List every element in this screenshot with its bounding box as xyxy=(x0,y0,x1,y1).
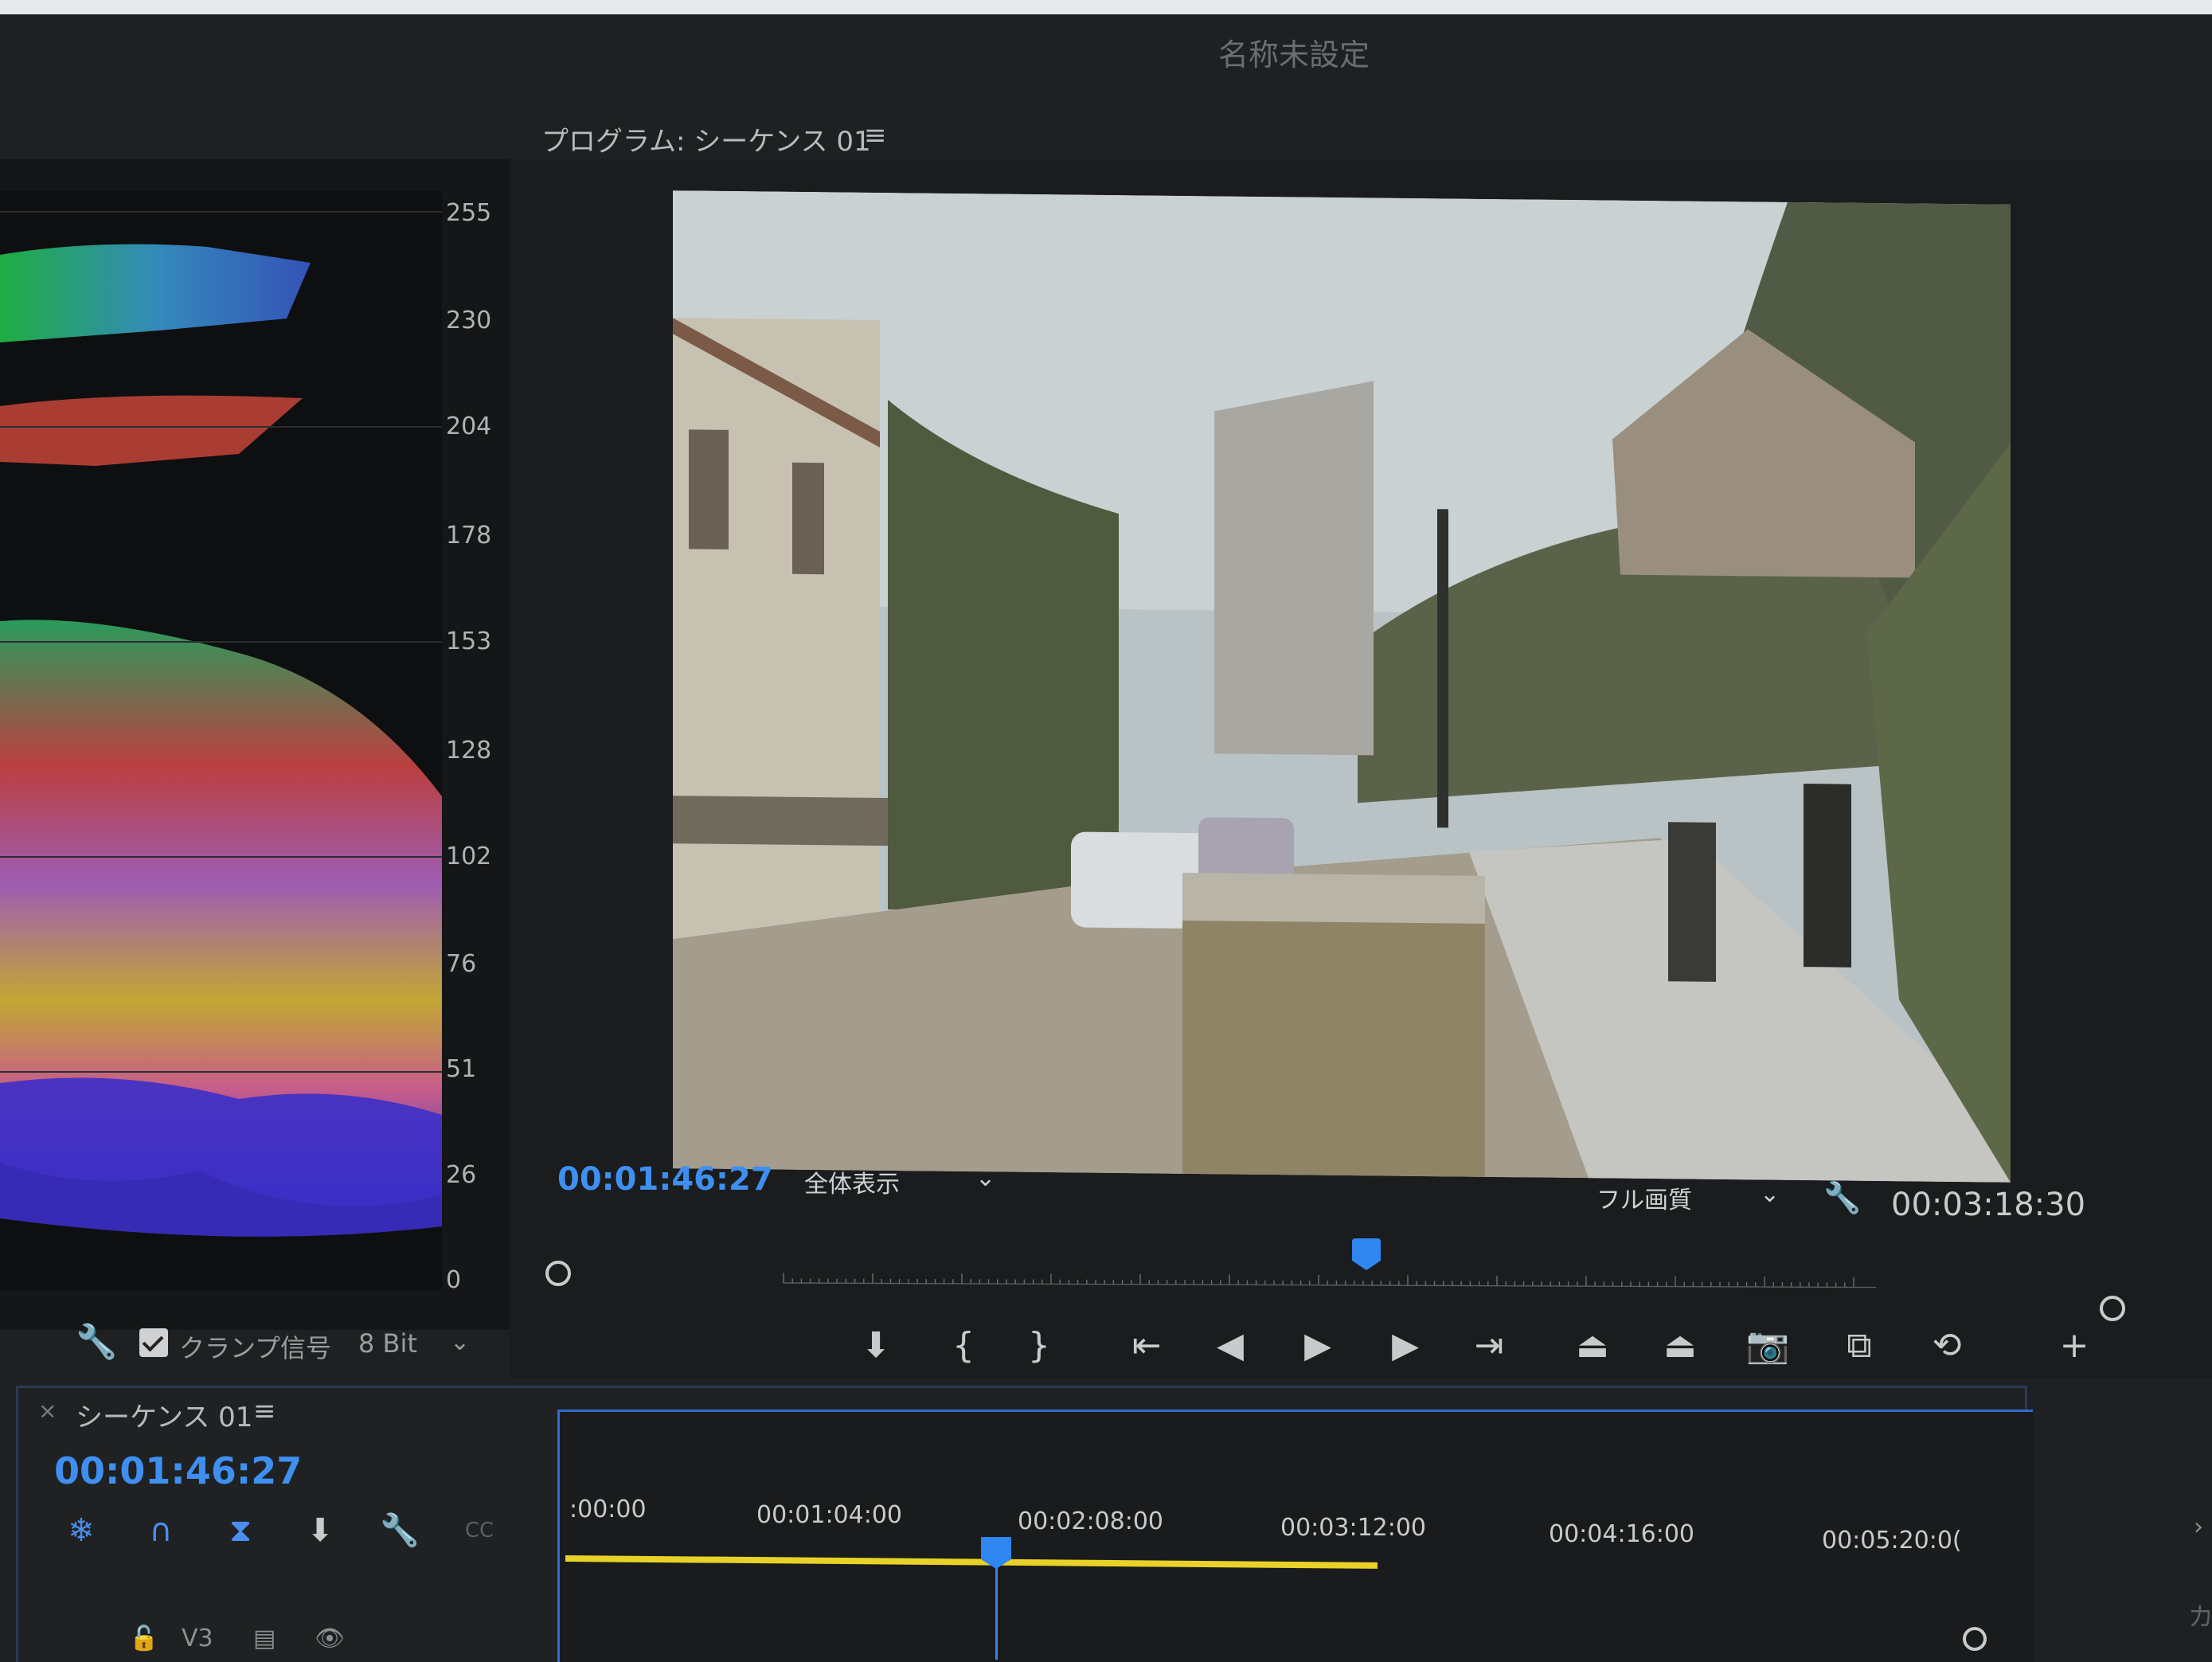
ruler-label: 00:02:08:00 xyxy=(1018,1508,1164,1535)
play-icon[interactable]: ▶ xyxy=(1290,1318,1346,1374)
ruler-label: 00:05:20:0( xyxy=(1822,1527,1962,1554)
chevron-down-icon[interactable]: ⌄ xyxy=(1760,1180,1780,1208)
scope-scale-label: 255 xyxy=(446,199,492,227)
tab-sequence[interactable]: シーケンス 01 xyxy=(76,1395,252,1434)
program-current-timecode[interactable]: 00:01:46:27 xyxy=(557,1161,773,1198)
linked-selection-icon[interactable]: ⧗ xyxy=(217,1507,264,1554)
playback-quality-select[interactable]: フル画質 xyxy=(1596,1180,1692,1215)
scrub-end-handle[interactable] xyxy=(2100,1296,2125,1321)
proxy-toggle-icon[interactable]: ⟲ xyxy=(1919,1318,1975,1374)
wrench-icon[interactable]: 🔧 xyxy=(1823,1180,1861,1216)
wrench-icon[interactable]: 🔧 xyxy=(76,1322,117,1362)
scope-scale-label: 26 xyxy=(446,1161,477,1189)
scope-scale-label: 0 xyxy=(446,1266,462,1294)
track-name: V3 xyxy=(182,1625,213,1652)
zoom-fit-select[interactable]: 全体表示 xyxy=(804,1164,995,1203)
zoom-scroll-handle[interactable] xyxy=(1963,1627,1987,1651)
scope-gridline xyxy=(0,1071,442,1073)
scope-gridline xyxy=(0,641,442,643)
scope-scale-label: 51 xyxy=(446,1055,477,1083)
step-back-icon[interactable]: ◀︎ xyxy=(1202,1318,1258,1374)
close-icon[interactable]: × xyxy=(38,1398,57,1424)
step-forward-icon[interactable]: ▶︎ xyxy=(1378,1318,1433,1374)
snap-icon[interactable]: ∩ xyxy=(137,1507,185,1554)
captions-icon[interactable]: CC xyxy=(455,1507,503,1554)
program-monitor-title[interactable]: プログラム: シーケンス 01 xyxy=(541,119,871,158)
go-to-in-icon[interactable]: ⇤ xyxy=(1119,1318,1174,1374)
chevron-down-icon[interactable]: ⌄ xyxy=(975,1164,995,1192)
scope-gridline xyxy=(0,211,442,213)
ruler-label: 00:03:12:00 xyxy=(1280,1514,1427,1542)
sync-lock-icon[interactable]: ▤ xyxy=(253,1625,276,1652)
ruler-label: :00:00 xyxy=(569,1496,647,1523)
ruler-label: 00:01:04:00 xyxy=(756,1501,903,1529)
scope-scale-label: 76 xyxy=(446,950,477,978)
extract-icon[interactable]: ⏏ xyxy=(1652,1318,1708,1374)
wrench-icon[interactable]: 🔧 xyxy=(376,1507,424,1554)
timeline-playhead-line xyxy=(995,1565,998,1660)
scope-scale-label: 230 xyxy=(446,307,492,334)
scrub-start-handle[interactable] xyxy=(545,1261,571,1286)
video-frame-image xyxy=(673,190,2011,1183)
program-duration-timecode: 00:03:18:30 xyxy=(1891,1187,2086,1223)
ruler-label: 00:04:16:00 xyxy=(1549,1520,1695,1548)
scope-scale-label: 102 xyxy=(446,843,492,870)
waveform-scope xyxy=(0,191,442,1290)
eye-icon[interactable]: 👁 xyxy=(315,1625,345,1652)
scope-scale-label: 204 xyxy=(446,413,492,440)
panel-menu-icon[interactable]: ≡ xyxy=(253,1395,276,1427)
timeline-current-timecode[interactable]: 00:01:46:27 xyxy=(54,1449,302,1492)
nest-icon[interactable]: ❄ xyxy=(57,1507,105,1554)
scope-scale-label: 128 xyxy=(446,737,492,765)
side-panel-glyph: カ xyxy=(2188,1601,2212,1632)
os-title-strip xyxy=(0,0,2212,14)
chevron-right-icon[interactable]: › xyxy=(2194,1513,2203,1541)
add-marker-icon[interactable]: ⬇ xyxy=(296,1507,344,1554)
marker-icon[interactable]: ⬇ xyxy=(848,1318,904,1374)
window-title: 名称未設定 xyxy=(1217,37,1370,72)
comparison-view-icon[interactable]: ⧉ xyxy=(1831,1318,1887,1374)
scope-scale-label: 153 xyxy=(446,628,492,655)
mark-out-icon[interactable]: } xyxy=(1011,1318,1067,1374)
clamp-signal-checkbox[interactable] xyxy=(139,1328,168,1357)
bit-depth-select[interactable]: 8 Bit xyxy=(358,1328,417,1359)
scope-gridline xyxy=(0,426,442,428)
scope-scale-label: 178 xyxy=(446,522,492,549)
mark-in-icon[interactable]: { xyxy=(936,1318,991,1374)
clamp-signal-label: クランプ信号 xyxy=(179,1333,332,1363)
waveform-graphic xyxy=(0,244,442,1237)
video-preview xyxy=(673,190,2011,1183)
lift-icon[interactable]: ⏏ xyxy=(1565,1318,1620,1374)
scope-gridline xyxy=(0,856,442,858)
panel-menu-icon[interactable]: ≡ xyxy=(864,119,887,151)
lock-icon[interactable]: 🔓 xyxy=(129,1625,158,1652)
chevron-down-icon[interactable]: ⌄ xyxy=(450,1328,470,1356)
go-to-out-icon[interactable]: ⇥ xyxy=(1461,1318,1517,1374)
camera-icon[interactable]: 📷 xyxy=(1740,1318,1796,1374)
add-button-icon[interactable]: + xyxy=(2046,1318,2102,1374)
program-time-ruler[interactable] xyxy=(549,1266,2110,1289)
